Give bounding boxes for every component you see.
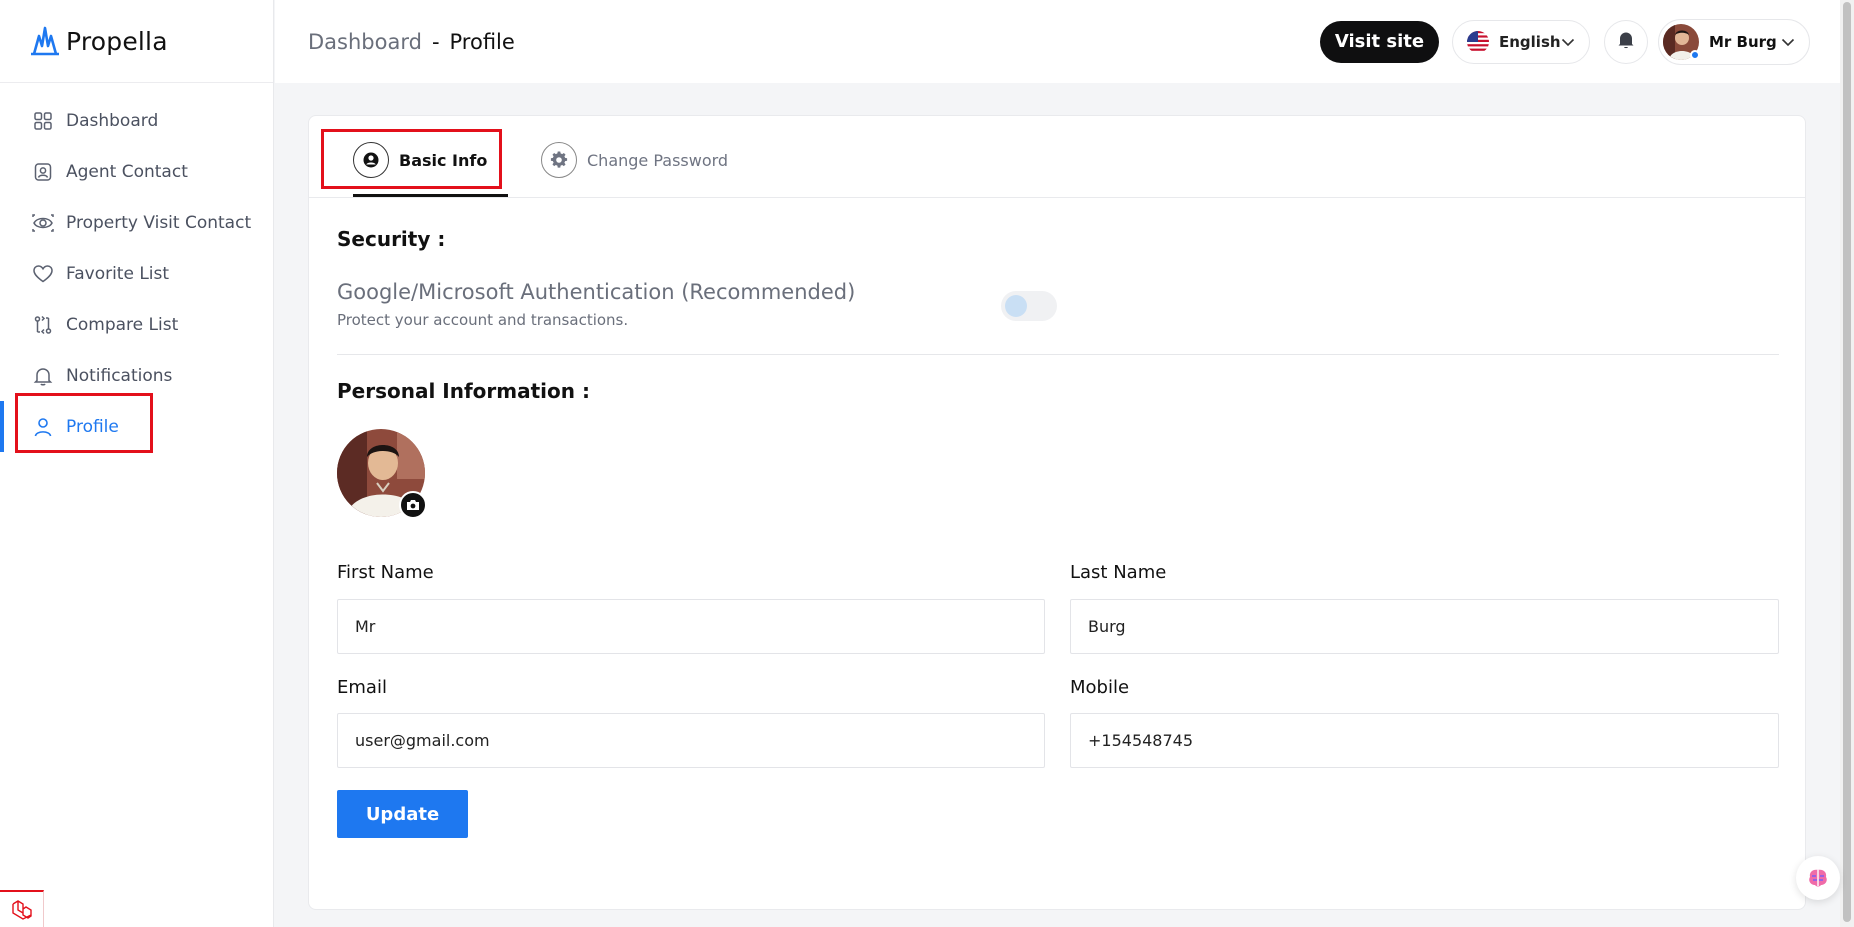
tab-change-password[interactable]: Change Password	[541, 142, 728, 178]
sidebar-item-label: Notifications	[66, 365, 173, 386]
first-name-field[interactable]: Mr	[337, 599, 1045, 654]
sidebar-item-label: Agent Contact	[66, 161, 188, 182]
chevron-down-icon	[1561, 32, 1575, 51]
avatar	[1663, 23, 1700, 60]
page-scrollbar[interactable]	[1840, 0, 1854, 927]
user-menu[interactable]: Mr Burg	[1658, 18, 1810, 65]
language-label: English	[1499, 32, 1561, 51]
bell-icon	[1617, 30, 1635, 54]
sidebar-item-profile[interactable]: Profile	[0, 401, 273, 452]
tab-label: Change Password	[587, 150, 729, 170]
profile-card: Basic Info Change Password Security : Go…	[308, 115, 1806, 910]
breadcrumb-parent[interactable]: Dashboard	[308, 30, 422, 54]
sidebar-item-label: Property Visit Contact	[66, 212, 252, 233]
top-header: Dashboard - Profile Visit site English M…	[275, 0, 1840, 83]
user-circle-icon	[353, 142, 389, 178]
mobile-label: Mobile	[1070, 677, 1130, 698]
debug-bar-logo-icon[interactable]	[0, 890, 44, 927]
active-tab-indicator	[353, 194, 508, 197]
sidebar-item-notifications[interactable]: Notifications	[0, 350, 273, 401]
profile-tabs: Basic Info Change Password	[309, 116, 1805, 198]
contact-card-icon	[32, 161, 54, 183]
sidebar-item-label: Profile	[66, 416, 119, 437]
compare-icon	[32, 314, 54, 336]
section-divider	[337, 354, 1779, 355]
visit-site-button[interactable]: Visit site	[1320, 20, 1439, 63]
scrollbar-thumb[interactable]	[1843, 2, 1851, 922]
two-factor-title: Google/Microsoft Authentication (Recomme…	[337, 280, 856, 304]
last-name-label: Last Name	[1070, 562, 1167, 583]
two-factor-subtitle: Protect your account and transactions.	[337, 311, 629, 329]
sidebar: Propella Dashboard Agent Contact Propert…	[0, 0, 274, 927]
toggle-knob	[1005, 295, 1027, 317]
sidebar-item-dashboard[interactable]: Dashboard	[0, 95, 273, 146]
tab-basic-info[interactable]: Basic Info	[353, 142, 487, 178]
breadcrumb-current: Profile	[449, 29, 515, 54]
user-name: Mr Burg	[1709, 32, 1777, 51]
chevron-down-icon	[1781, 32, 1795, 51]
email-label: Email	[337, 677, 387, 698]
two-factor-toggle[interactable]	[1001, 291, 1057, 321]
profile-photo[interactable]	[337, 429, 427, 519]
sidebar-item-compare-list[interactable]: Compare List	[0, 299, 273, 350]
personal-info-title: Personal Information :	[337, 379, 590, 403]
brand-name: Propella	[66, 26, 168, 56]
breadcrumb-separator: -	[431, 29, 440, 54]
sidebar-item-agent-contact[interactable]: Agent Contact	[0, 146, 273, 197]
breadcrumb: Dashboard - Profile	[308, 30, 515, 54]
online-status-dot	[1690, 49, 1700, 60]
us-flag-icon	[1467, 30, 1489, 53]
heart-icon	[32, 263, 54, 285]
gear-icon	[541, 142, 577, 178]
bell-icon	[32, 365, 54, 387]
sidebar-item-property-visit-contact[interactable]: Property Visit Contact	[0, 197, 273, 248]
security-title: Security :	[337, 227, 446, 251]
mobile-field[interactable]: +154548745	[1070, 713, 1779, 768]
sidebar-nav: Dashboard Agent Contact Property Visit C…	[0, 83, 273, 452]
tab-label: Basic Info	[399, 150, 488, 170]
sidebar-item-favorite-list[interactable]: Favorite List	[0, 248, 273, 299]
sidebar-item-label: Compare List	[66, 314, 179, 335]
notifications-bell-button[interactable]	[1604, 19, 1648, 64]
sidebar-item-label: Dashboard	[66, 110, 159, 131]
email-field[interactable]: user@gmail.com	[337, 713, 1045, 768]
ai-assistant-icon[interactable]	[1796, 856, 1840, 900]
sidebar-item-label: Favorite List	[66, 263, 170, 284]
language-select[interactable]: English	[1452, 19, 1590, 64]
camera-icon[interactable]	[399, 491, 427, 519]
update-button[interactable]: Update	[337, 790, 468, 838]
eye-icon	[32, 212, 54, 234]
brand[interactable]: Propella	[0, 0, 273, 83]
grid-icon	[32, 110, 54, 132]
first-name-label: First Name	[337, 562, 434, 583]
user-icon	[32, 416, 54, 438]
last-name-field[interactable]: Burg	[1070, 599, 1779, 654]
propella-logo-icon	[31, 26, 59, 56]
header-actions: Visit site English Mr Burg	[1320, 0, 1810, 83]
